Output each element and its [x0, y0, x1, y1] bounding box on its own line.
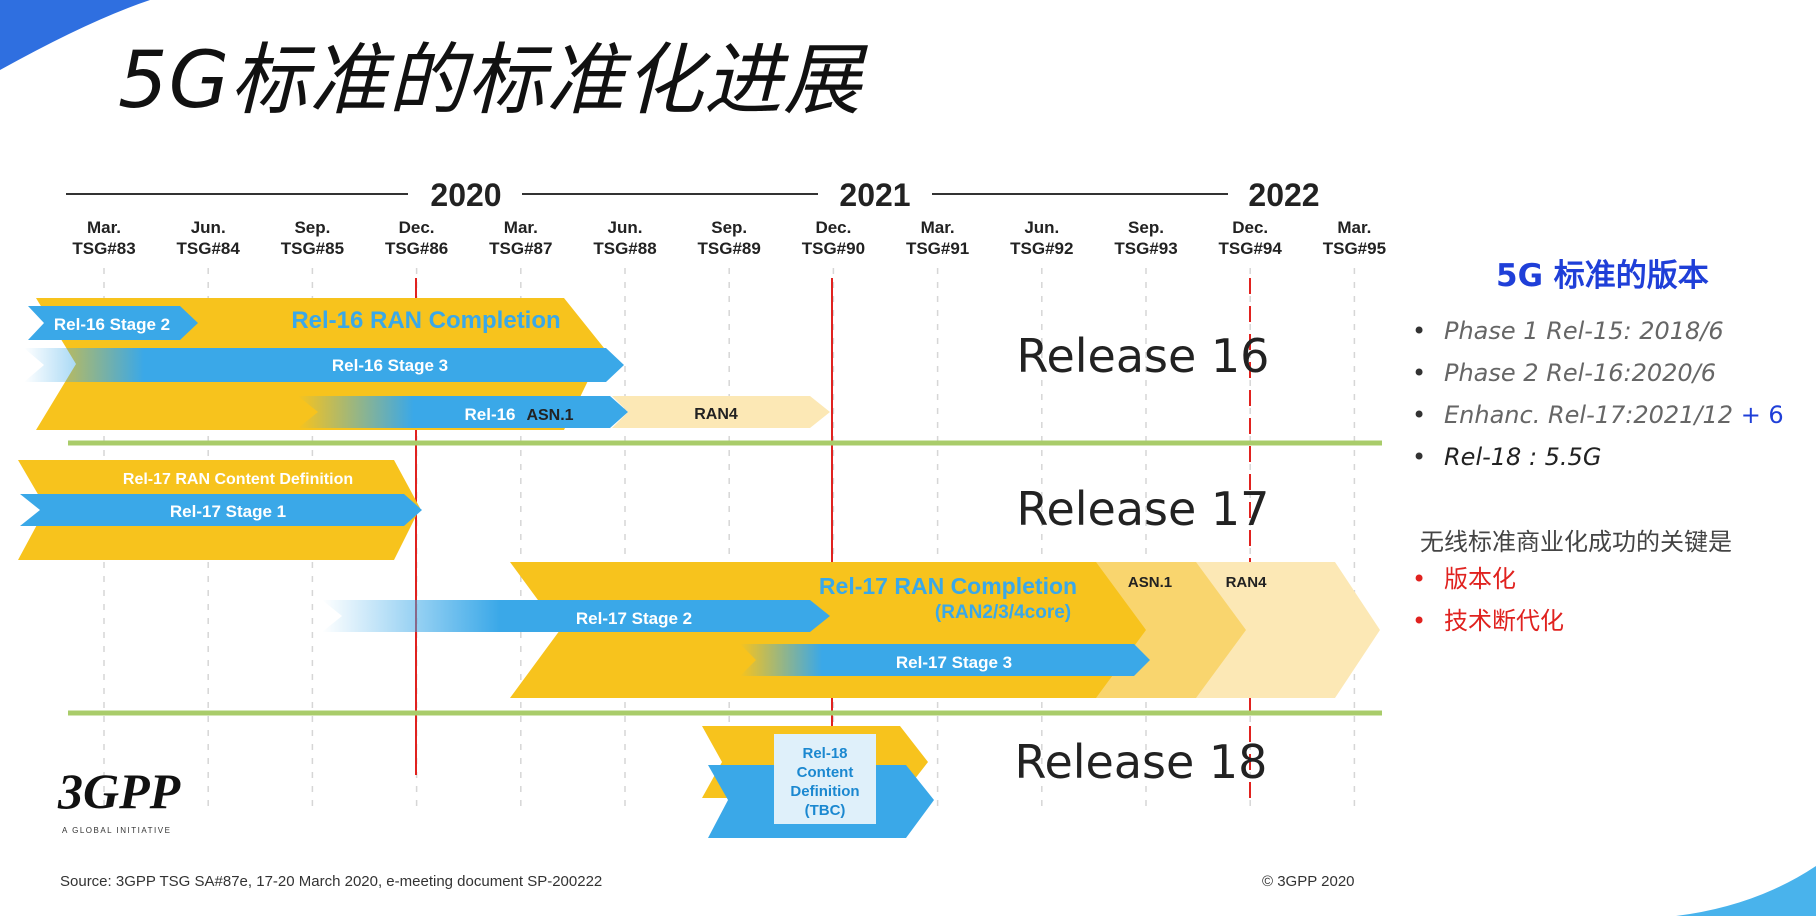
- tick-tsg: TSG#89: [698, 239, 761, 258]
- version-extension: + 6: [1733, 401, 1784, 429]
- tick-month: Jun.: [191, 218, 226, 237]
- rel16-stage2-label: Rel-16 Stage 2: [54, 315, 170, 334]
- rel16-asn1-arrow: [298, 396, 628, 428]
- rel17-stage2-label: Rel-17 Stage 2: [576, 609, 692, 628]
- tick-tsg: TSG#91: [906, 239, 969, 258]
- key-heading: 无线标准商业化成功的关键是: [1420, 528, 1732, 556]
- version-item: • Phase 2 Rel-16:2020/6: [1412, 359, 1717, 387]
- rel16-asn1-label: ASN.1: [526, 407, 573, 424]
- key-text: 技术断代化: [1444, 607, 1564, 635]
- logo-tagline: A GLOBAL INITIATIVE: [62, 826, 171, 835]
- version-text: Phase 2 Rel-16:2020/6: [1444, 359, 1717, 387]
- tick-month: Sep.: [294, 218, 330, 237]
- release-label: Release 17: [1017, 482, 1270, 536]
- tick-tsg: TSG#86: [385, 239, 448, 258]
- tick-tsg: TSG#83: [72, 239, 135, 258]
- version-item: • Phase 1 Rel-15: 2018/6: [1412, 317, 1724, 345]
- rel16-asn1-prefix: Rel-16: [464, 405, 515, 424]
- release-label: Release 16: [1017, 329, 1270, 383]
- tick-month: Mar.: [1337, 218, 1371, 237]
- tick-labels: Mar. TSG#83 Jun. TSG#84 Sep. TSG#85 Dec. TSG#86…: [72, 218, 1386, 258]
- versions-title: 5G 标准的版本: [1496, 258, 1709, 294]
- version-text: Rel-18 : 5.5G: [1444, 443, 1602, 471]
- tick-tsg: TSG#93: [1114, 239, 1177, 258]
- rel18-box-line: (TBC): [805, 802, 846, 819]
- rel16-stage3-label: Rel-16 Stage 3: [332, 356, 448, 375]
- year-label: 2021: [839, 177, 910, 213]
- rel17-content-definition-label: Rel-17 RAN Content Definition: [123, 471, 353, 488]
- tick-month: Mar.: [87, 218, 121, 237]
- release-timeline-diagram: 2020 2021 2022 Mar. TSG#83 Jun. TSG#84 Sep. T…: [18, 177, 1386, 890]
- rel16-ran4-label: RAN4: [694, 406, 738, 423]
- rel18-box-line: Content: [797, 764, 854, 781]
- version-text: Phase 1 Rel-15: 2018/6: [1444, 317, 1724, 345]
- tick-month: Dec.: [399, 218, 435, 237]
- source-note: Source: 3GPP TSG SA#87e, 17-20 March 202…: [60, 873, 602, 890]
- rel17-ran4-label: RAN4: [1226, 574, 1267, 591]
- tick-tsg: TSG#90: [802, 239, 865, 258]
- tick-tsg: TSG#84: [177, 239, 241, 258]
- tick-month: Dec.: [815, 218, 851, 237]
- tick-month: Dec.: [1232, 218, 1268, 237]
- rel17-ran-groups-label: (RAN2/3/4core): [935, 602, 1071, 623]
- tick-tsg: TSG#88: [593, 239, 656, 258]
- versions-list: • Phase 1 Rel-15: 2018/6 • Phase 2 Rel-16:…: [1412, 310, 1784, 478]
- logo-mark: 3GPP: [57, 763, 181, 819]
- rel16-stage3-arrow: [24, 348, 624, 382]
- version-item: • Enhanc. Rel-17:2021/12 + 6: [1412, 401, 1784, 429]
- key-item: • 版本化: [1412, 565, 1516, 593]
- copyright: © 3GPP 2020: [1262, 873, 1355, 890]
- tick-month: Sep.: [711, 218, 747, 237]
- year-label: 2020: [430, 177, 501, 213]
- 3gpp-logo: 3GPP A GLOBAL INITIATIVE: [57, 763, 181, 835]
- version-item: • Rel-18 : 5.5G: [1412, 443, 1602, 471]
- year-axis: 2020 2021 2022: [66, 177, 1320, 213]
- tick-tsg: TSG#92: [1010, 239, 1073, 258]
- rel17-asn1-label: ASN.1: [1128, 574, 1172, 591]
- tick-month: Mar.: [504, 218, 538, 237]
- key-text: 版本化: [1444, 565, 1516, 593]
- tick-tsg: TSG#94: [1219, 239, 1283, 258]
- tick-month: Jun.: [608, 218, 643, 237]
- rel17-stage3-label: Rel-17 Stage 3: [896, 653, 1012, 672]
- version-text: Enhanc. Rel-17:2021/12: [1444, 401, 1734, 429]
- corner-decoration: [1676, 866, 1816, 916]
- year-label: 2022: [1248, 177, 1319, 213]
- tick-tsg: TSG#85: [281, 239, 344, 258]
- key-list: • 版本化 • 技术断代化: [1412, 558, 1564, 642]
- release-label: Release 18: [1015, 735, 1268, 789]
- tick-month: Sep.: [1128, 218, 1164, 237]
- rel18-box-line: Rel-18: [802, 745, 847, 762]
- rel16-ran-completion-label: Rel-16 RAN Completion: [291, 307, 560, 334]
- rel17-ran-completion-label: Rel-17 RAN Completion: [819, 573, 1077, 599]
- rel18-box-line: Definition: [790, 783, 859, 800]
- tick-tsg: TSG#95: [1323, 239, 1386, 258]
- rel17-stage1-label: Rel-17 Stage 1: [170, 502, 286, 521]
- tick-month: Mar.: [921, 218, 955, 237]
- tick-month: Jun.: [1024, 218, 1059, 237]
- key-item: • 技术断代化: [1412, 607, 1564, 635]
- tick-tsg: TSG#87: [489, 239, 552, 258]
